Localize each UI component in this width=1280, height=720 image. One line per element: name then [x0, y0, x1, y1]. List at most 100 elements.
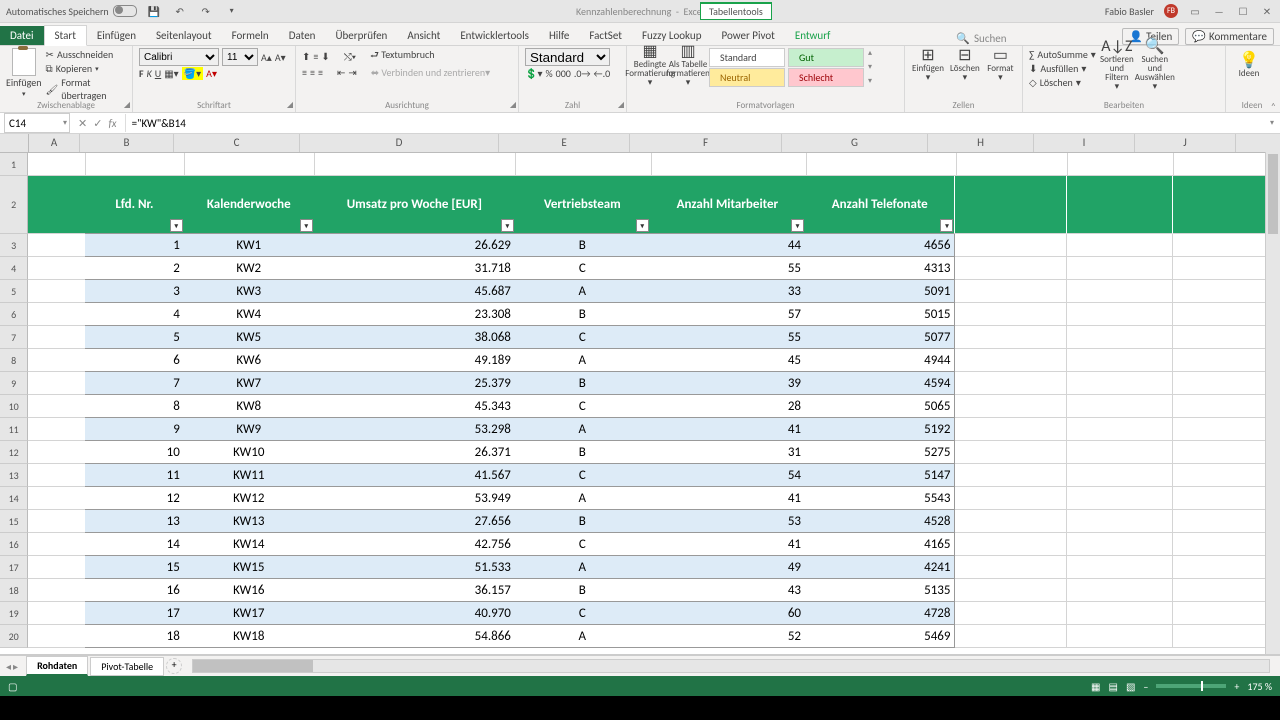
avatar[interactable]: FB — [1164, 4, 1178, 18]
tab-entwurf[interactable]: Entwurf — [785, 26, 841, 45]
cut-button[interactable]: ✂Ausschneiden — [46, 48, 126, 61]
row-header-1[interactable]: 1 — [0, 153, 28, 176]
row-header-18[interactable]: 18 — [0, 579, 28, 602]
bold-button[interactable]: F — [139, 67, 144, 80]
styles-up-icon[interactable]: ▴ — [868, 48, 872, 58]
paste-button[interactable]: Einfügen▾ — [6, 48, 42, 103]
font-size-select[interactable]: 11 — [222, 48, 258, 66]
row-header-2[interactable]: 2 — [0, 176, 28, 234]
style-good[interactable]: Gut — [788, 48, 864, 67]
row-header-9[interactable]: 9 — [0, 372, 28, 395]
row-header-5[interactable]: 5 — [0, 280, 28, 303]
accounting-format-icon[interactable]: 💲▾ — [525, 67, 542, 80]
spreadsheet-grid[interactable]: ABCDEFGHIJ 12Lfd. Nr.▾Kalenderwoche▾Umsa… — [0, 134, 1280, 655]
minimize-icon[interactable]: — — [1212, 5, 1226, 18]
conditional-formatting-button[interactable]: ▦Bedingte Formatierung▾ — [633, 48, 667, 82]
tab-file[interactable]: Datei — [0, 26, 44, 45]
redo-icon[interactable]: ↷ — [197, 2, 215, 20]
tab-ansicht[interactable]: Ansicht — [397, 26, 450, 45]
row-header-16[interactable]: 16 — [0, 533, 28, 556]
autosave-toggle[interactable]: Automatisches Speichern — [0, 5, 137, 18]
clear-button[interactable]: ◇Löschen▾ — [1029, 76, 1096, 89]
ribbon-options-icon[interactable]: ▭ — [1188, 5, 1202, 18]
filter-icon[interactable]: ▾ — [170, 219, 183, 232]
record-macro-icon[interactable]: ▢ — [8, 680, 17, 693]
decrease-decimal-icon[interactable]: ←.0 — [594, 67, 611, 80]
row-header-10[interactable]: 10 — [0, 395, 28, 418]
tab-factset[interactable]: FactSet — [579, 26, 632, 45]
col-header-J[interactable]: J — [1135, 134, 1236, 152]
format-cells-button[interactable]: ▭Format▾ — [985, 48, 1016, 82]
tab-hilfe[interactable]: Hilfe — [539, 26, 579, 45]
filter-icon[interactable]: ▾ — [300, 219, 313, 232]
cancel-formula-icon[interactable]: ✕ — [78, 117, 87, 130]
align-center-icon[interactable]: ≡ — [310, 66, 315, 79]
zoom-in-icon[interactable]: + — [1234, 680, 1239, 693]
sheet-tab-pivot[interactable]: Pivot-Tabelle — [90, 657, 164, 676]
sheet-tab-rohdaten[interactable]: Rohdaten — [26, 656, 88, 676]
shrink-font-icon[interactable]: A▾ — [275, 51, 286, 64]
row-header-12[interactable]: 12 — [0, 441, 28, 464]
styles-more-icon[interactable]: ▾ — [868, 76, 872, 86]
zoom-level[interactable]: 175 % — [1247, 680, 1272, 693]
align-left-icon[interactable]: ≡ — [302, 66, 307, 79]
vertical-scrollbar[interactable] — [1265, 152, 1280, 654]
fill-button[interactable]: ⬇Ausfüllen▾ — [1029, 62, 1096, 75]
name-box[interactable]: C14▾ — [4, 113, 70, 133]
underline-button[interactable]: U — [155, 67, 161, 80]
style-standard[interactable]: Standard — [709, 48, 785, 67]
col-header-D[interactable]: D — [300, 134, 499, 152]
maximize-icon[interactable]: ☐ — [1236, 5, 1250, 18]
row-header-20[interactable]: 20 — [0, 625, 28, 648]
row-header-14[interactable]: 14 — [0, 487, 28, 510]
tell-me-search[interactable]: 🔍 Suchen — [946, 32, 1016, 45]
row-header-3[interactable]: 3 — [0, 234, 28, 257]
select-all-corner[interactable] — [0, 134, 29, 152]
wrap-text-button[interactable]: ⮐ Textumbruch — [370, 48, 435, 65]
row-header-11[interactable]: 11 — [0, 418, 28, 441]
comma-format-icon[interactable]: 000 — [556, 67, 571, 80]
close-icon[interactable]: ✕ — [1260, 5, 1274, 18]
tab-formeln[interactable]: Formeln — [222, 26, 279, 45]
tab-daten[interactable]: Daten — [279, 26, 326, 45]
format-as-table-button[interactable]: ▥Als Tabelle formatieren▾ — [671, 48, 705, 82]
find-select-button[interactable]: 🔍Suchen und Auswählen▾ — [1138, 48, 1172, 82]
tab-einfügen[interactable]: Einfügen — [87, 26, 146, 45]
border-button[interactable]: ▦▾ — [164, 67, 178, 80]
row-header-15[interactable]: 15 — [0, 510, 28, 533]
autosum-button[interactable]: ∑AutoSumme▾ — [1029, 48, 1096, 61]
grow-font-icon[interactable]: A▴ — [261, 51, 272, 64]
tab-start[interactable]: Start — [44, 25, 87, 46]
col-header-B[interactable]: B — [80, 134, 174, 152]
sort-filter-button[interactable]: A↓ZSortieren und Filtern▾ — [1100, 48, 1134, 82]
collapse-ribbon-icon[interactable]: ˄ — [1271, 100, 1276, 113]
row-header-13[interactable]: 13 — [0, 464, 28, 487]
ideas-button[interactable]: 💡Ideen — [1232, 48, 1266, 82]
filter-icon[interactable]: ▾ — [636, 219, 649, 232]
style-neutral[interactable]: Neutral — [709, 68, 785, 87]
merge-button[interactable]: ⬌ Verbinden und zentrieren▾ — [371, 66, 490, 79]
increase-decimal-icon[interactable]: .0→ — [574, 67, 591, 80]
decrease-indent-icon[interactable]: ⇤ — [337, 66, 345, 79]
align-middle-icon[interactable]: ≡ — [313, 50, 318, 63]
formula-input[interactable]: ="KW"&B14 — [125, 114, 1264, 132]
tab-überprüfen[interactable]: Überprüfen — [325, 26, 397, 45]
enter-formula-icon[interactable]: ✓ — [93, 117, 102, 130]
style-bad[interactable]: Schlecht — [788, 68, 864, 87]
comments-button[interactable]: 💬Kommentare — [1185, 28, 1274, 45]
row-header-7[interactable]: 7 — [0, 326, 28, 349]
sheet-nav-last-icon[interactable]: ▸ — [13, 660, 18, 673]
tab-seitenlayout[interactable]: Seitenlayout — [146, 26, 222, 45]
sheet-nav-first-icon[interactable]: ◂ — [6, 660, 11, 673]
zoom-out-icon[interactable]: – — [1143, 680, 1148, 693]
fill-color-button[interactable]: 🪣▾ — [182, 67, 203, 80]
insert-cells-button[interactable]: ⊞Einfügen▾ — [911, 48, 945, 82]
col-header-G[interactable]: G — [782, 134, 928, 152]
increase-indent-icon[interactable]: ⇥ — [348, 66, 356, 79]
undo-icon[interactable]: ↶ — [171, 2, 189, 20]
align-top-icon[interactable]: ⬆ — [302, 50, 310, 63]
view-page-layout-icon[interactable]: ▤ — [1109, 680, 1118, 693]
filter-icon[interactable]: ▾ — [940, 219, 953, 232]
expand-formula-bar-icon[interactable]: ▾ — [1264, 118, 1280, 128]
percent-format-icon[interactable]: % — [545, 67, 552, 80]
